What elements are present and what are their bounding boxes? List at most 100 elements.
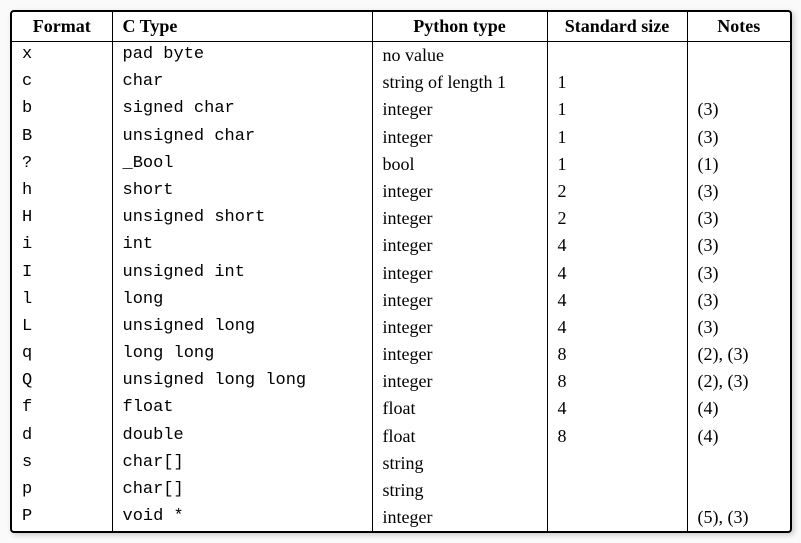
- cell-size: 4: [547, 260, 687, 287]
- cell-ctype: void *: [112, 504, 372, 531]
- header-format: Format: [12, 12, 112, 42]
- cell-format: B: [12, 124, 112, 151]
- cell-pytype: bool: [372, 151, 547, 178]
- cell-notes: (3): [687, 232, 790, 259]
- cell-pytype: integer: [372, 124, 547, 151]
- table-row: iintinteger4(3): [12, 232, 790, 259]
- format-table: Format C Type Python type Standard size …: [12, 12, 790, 531]
- cell-notes: (3): [687, 124, 790, 151]
- cell-notes: (3): [687, 287, 790, 314]
- cell-ctype: long: [112, 287, 372, 314]
- cell-format: d: [12, 423, 112, 450]
- cell-format: L: [12, 314, 112, 341]
- cell-pytype: integer: [372, 287, 547, 314]
- cell-notes: (3): [687, 96, 790, 123]
- cell-format: f: [12, 395, 112, 422]
- cell-pytype: string of length 1: [372, 69, 547, 96]
- cell-size: 1: [547, 151, 687, 178]
- cell-size: 2: [547, 178, 687, 205]
- cell-notes: [687, 69, 790, 96]
- cell-size: [547, 504, 687, 531]
- cell-pytype: integer: [372, 232, 547, 259]
- cell-notes: (2), (3): [687, 341, 790, 368]
- cell-size: 2: [547, 205, 687, 232]
- cell-size: 1: [547, 96, 687, 123]
- cell-ctype: unsigned int: [112, 260, 372, 287]
- cell-size: 4: [547, 395, 687, 422]
- cell-ctype: char[]: [112, 450, 372, 477]
- header-size: Standard size: [547, 12, 687, 42]
- cell-ctype: float: [112, 395, 372, 422]
- cell-notes: (3): [687, 205, 790, 232]
- cell-pytype: integer: [372, 368, 547, 395]
- cell-pytype: integer: [372, 260, 547, 287]
- cell-notes: [687, 477, 790, 504]
- cell-notes: (4): [687, 395, 790, 422]
- cell-ctype: char: [112, 69, 372, 96]
- cell-notes: (5), (3): [687, 504, 790, 531]
- table-row: ccharstring of length 11: [12, 69, 790, 96]
- table-row: ddoublefloat8(4): [12, 423, 790, 450]
- cell-pytype: integer: [372, 205, 547, 232]
- cell-size: [547, 477, 687, 504]
- table-row: Bunsigned charinteger1(3): [12, 124, 790, 151]
- cell-notes: (3): [687, 260, 790, 287]
- cell-pytype: string: [372, 450, 547, 477]
- table-row: llonginteger4(3): [12, 287, 790, 314]
- cell-ctype: pad byte: [112, 42, 372, 70]
- table-row: schar[]string: [12, 450, 790, 477]
- cell-size: 8: [547, 341, 687, 368]
- cell-ctype: unsigned long: [112, 314, 372, 341]
- cell-notes: [687, 450, 790, 477]
- header-ctype: C Type: [112, 12, 372, 42]
- table-row: Hunsigned shortinteger2(3): [12, 205, 790, 232]
- cell-format: ?: [12, 151, 112, 178]
- cell-size: 8: [547, 368, 687, 395]
- cell-ctype: short: [112, 178, 372, 205]
- cell-size: 1: [547, 124, 687, 151]
- cell-size: 4: [547, 232, 687, 259]
- cell-ctype: double: [112, 423, 372, 450]
- cell-ctype: _Bool: [112, 151, 372, 178]
- cell-format: i: [12, 232, 112, 259]
- cell-size: 1: [547, 69, 687, 96]
- cell-notes: (2), (3): [687, 368, 790, 395]
- cell-ctype: unsigned short: [112, 205, 372, 232]
- cell-ctype: int: [112, 232, 372, 259]
- cell-notes: (4): [687, 423, 790, 450]
- cell-pytype: integer: [372, 504, 547, 531]
- cell-format: s: [12, 450, 112, 477]
- cell-ctype: signed char: [112, 96, 372, 123]
- table-row: ?_Boolbool1(1): [12, 151, 790, 178]
- cell-ctype: unsigned long long: [112, 368, 372, 395]
- cell-size: 4: [547, 287, 687, 314]
- header-pytype: Python type: [372, 12, 547, 42]
- cell-format: p: [12, 477, 112, 504]
- cell-format: Q: [12, 368, 112, 395]
- cell-size: [547, 450, 687, 477]
- cell-ctype: char[]: [112, 477, 372, 504]
- header-notes: Notes: [687, 12, 790, 42]
- cell-format: h: [12, 178, 112, 205]
- table-row: Lunsigned longinteger4(3): [12, 314, 790, 341]
- table-row: Iunsigned intinteger4(3): [12, 260, 790, 287]
- table-row: hshortinteger2(3): [12, 178, 790, 205]
- cell-pytype: integer: [372, 341, 547, 368]
- cell-pytype: string: [372, 477, 547, 504]
- cell-format: q: [12, 341, 112, 368]
- cell-pytype: no value: [372, 42, 547, 70]
- cell-format: I: [12, 260, 112, 287]
- table-row: bsigned charinteger1(3): [12, 96, 790, 123]
- cell-format: H: [12, 205, 112, 232]
- cell-pytype: integer: [372, 314, 547, 341]
- cell-notes: (3): [687, 314, 790, 341]
- table-header-row: Format C Type Python type Standard size …: [12, 12, 790, 42]
- cell-size: 8: [547, 423, 687, 450]
- cell-ctype: unsigned char: [112, 124, 372, 151]
- cell-notes: [687, 42, 790, 70]
- cell-format: P: [12, 504, 112, 531]
- table-row: xpad byteno value: [12, 42, 790, 70]
- cell-ctype: long long: [112, 341, 372, 368]
- cell-notes: (3): [687, 178, 790, 205]
- cell-notes: (1): [687, 151, 790, 178]
